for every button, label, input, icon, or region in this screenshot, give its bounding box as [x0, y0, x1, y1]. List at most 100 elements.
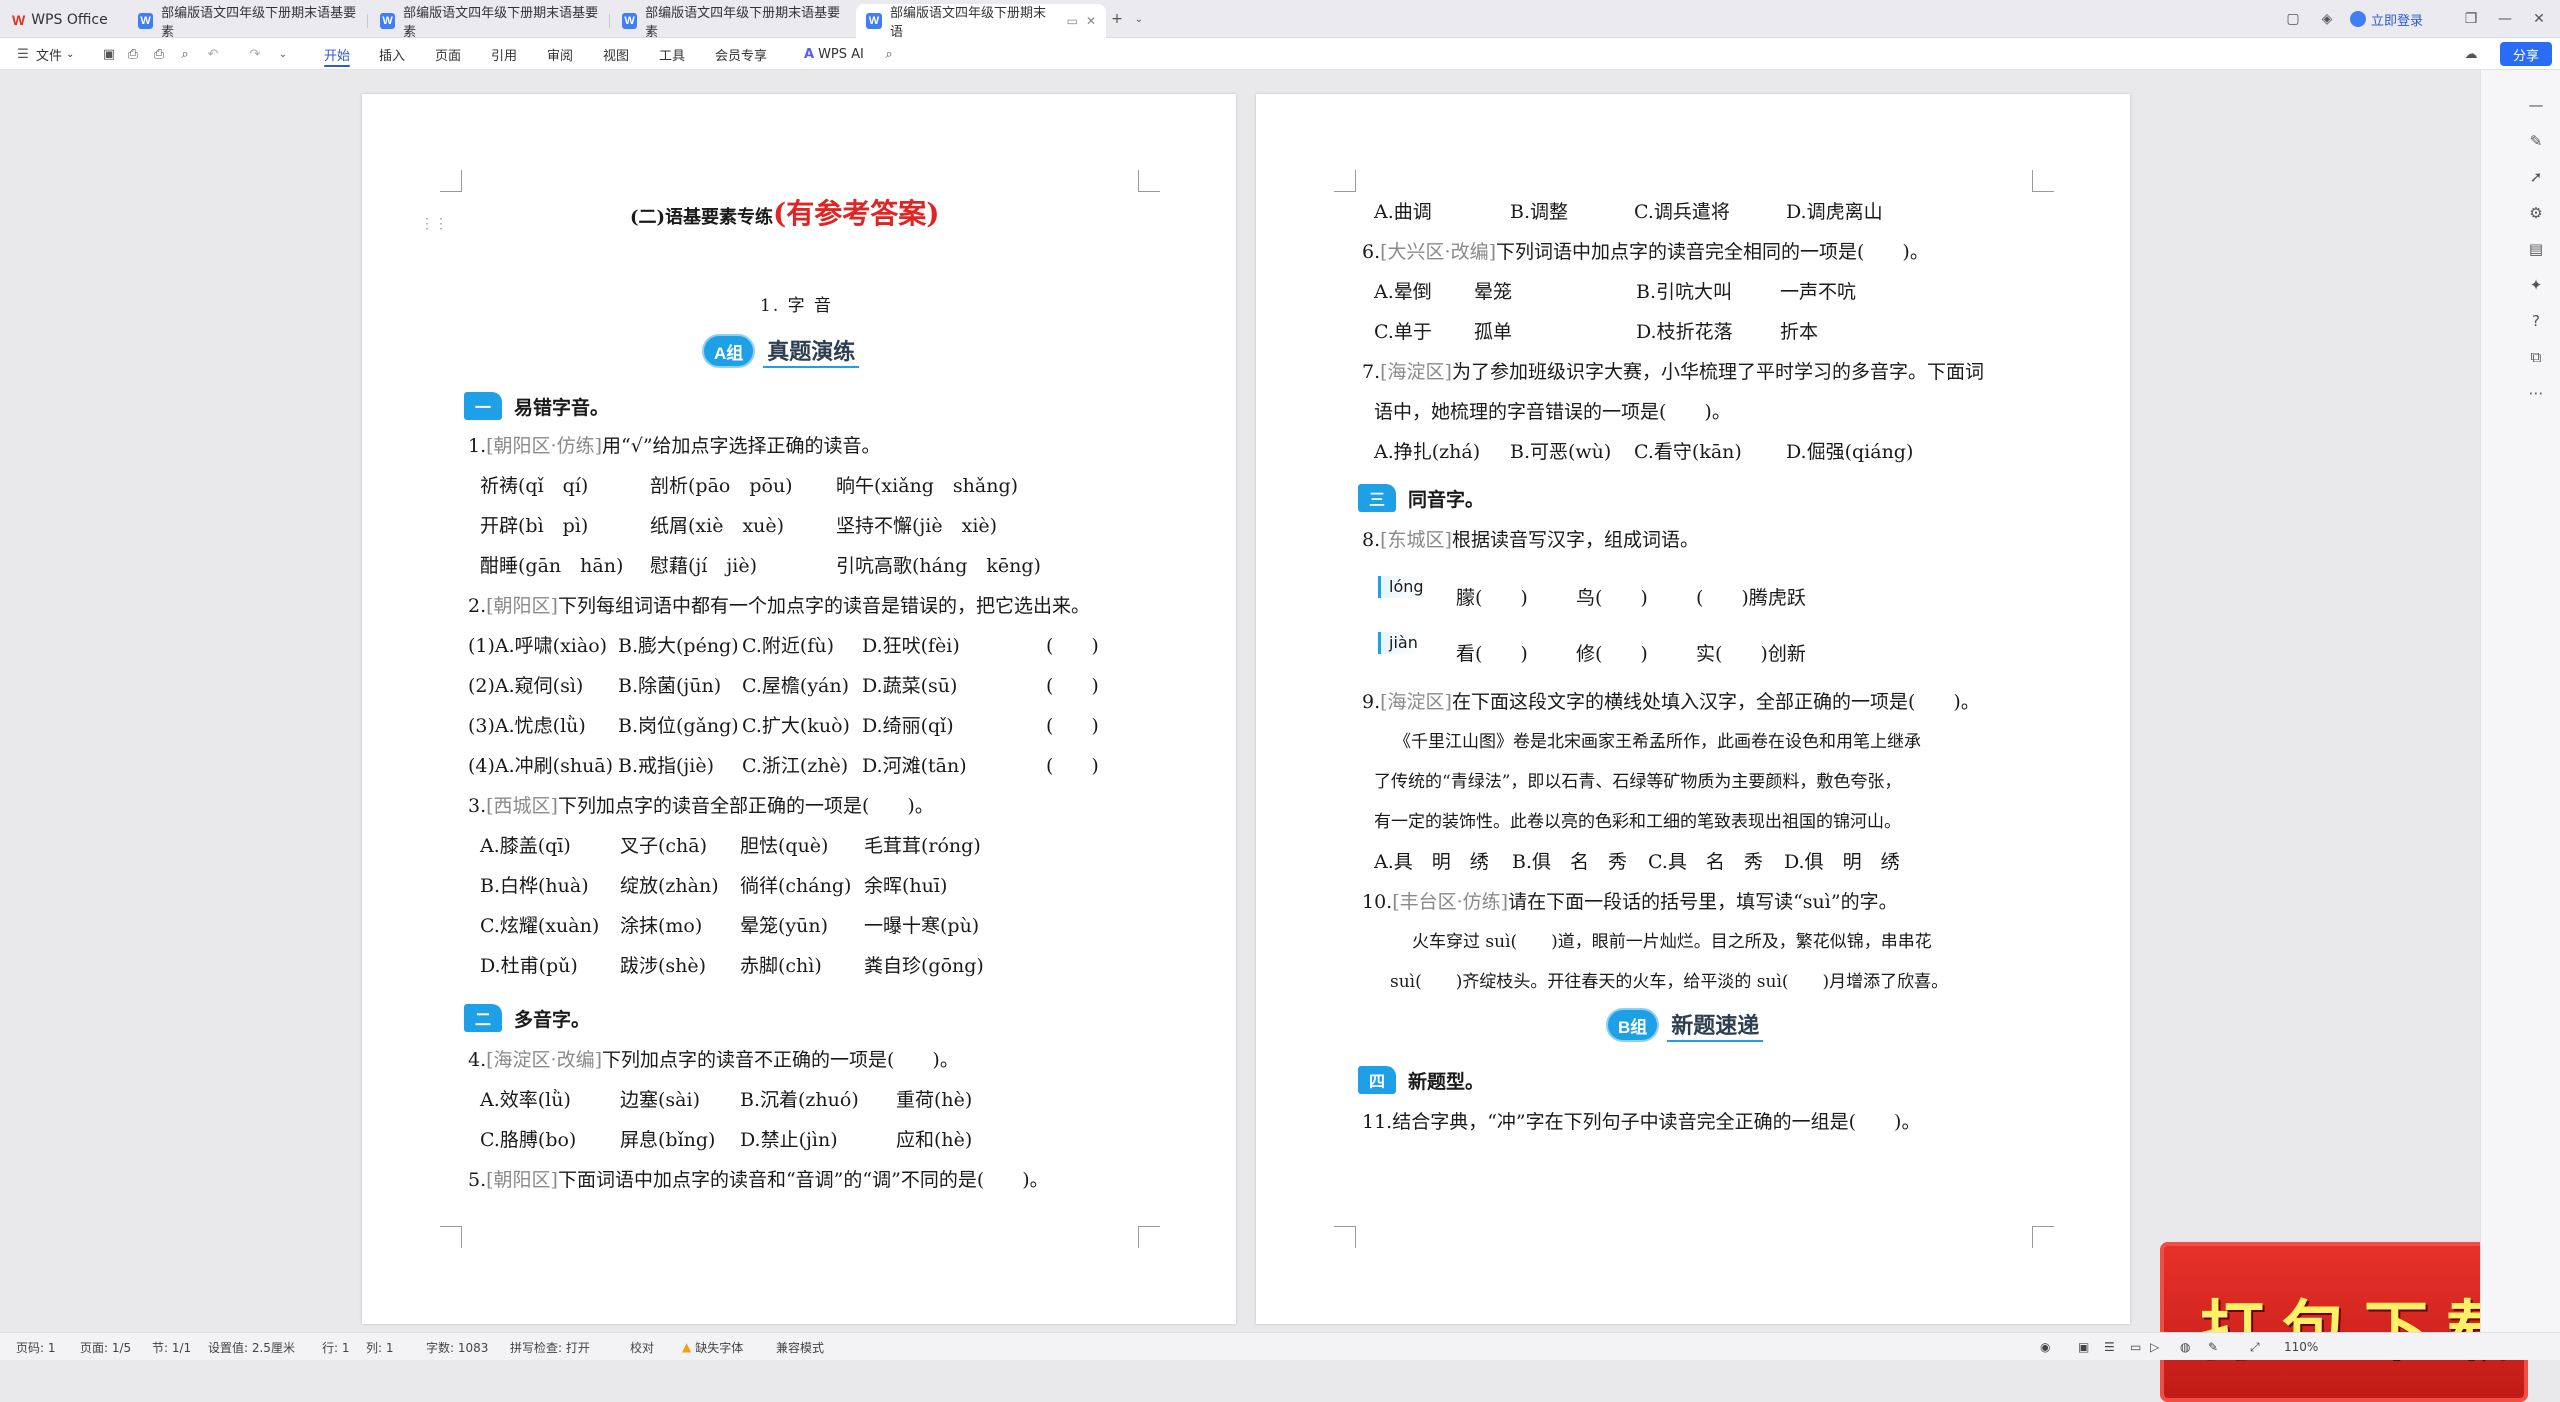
fit-page-icon[interactable]: ⤢ — [2250, 1333, 2260, 1361]
q9-paragraph: 有一定的装饰性。此卷以亮的色彩和工细的笔致表现出祖国的锦河山。 — [1374, 812, 1901, 832]
window-layout-icon[interactable]: ▢ — [2282, 8, 2304, 30]
wps-app-tab[interactable]: W WPS Office — [12, 9, 108, 31]
cloud-sync-icon[interactable]: ☁ — [2462, 45, 2480, 63]
tab-tools[interactable]: 工具 — [659, 38, 685, 70]
tab-view[interactable]: 视图 — [603, 38, 629, 70]
plugin-icon[interactable]: ⧉ — [2525, 346, 2547, 368]
print-preview-icon[interactable]: ⌕ — [176, 45, 194, 63]
minimize-icon[interactable]: — — [2494, 8, 2516, 30]
document-tab-3[interactable]: W 部编版语文四年级下册期末语基要素 — [612, 4, 852, 40]
status-missing-font[interactable]: ▲ 缺失字体 — [682, 1333, 743, 1361]
cube-icon[interactable]: ◈ — [2316, 8, 2338, 30]
more-icon[interactable]: ⋯ — [2525, 382, 2547, 404]
tab-home[interactable]: 开始 — [324, 38, 351, 70]
document-tab-2[interactable]: W 部编版语文四年级下册期末语基要素 — [370, 4, 610, 40]
crop-mark — [1138, 170, 1160, 192]
globe-icon[interactable]: ◍ — [2180, 1333, 2190, 1361]
question-1: 1.[朝阳区·仿练]用“√”给加点字选择正确的读音。 — [468, 434, 881, 458]
tab-insert[interactable]: 插入 — [379, 38, 405, 70]
edit-pen-icon[interactable]: ✎ — [2525, 130, 2547, 152]
pen-icon[interactable]: ✎ — [2208, 1333, 2218, 1361]
q-text: 下列词语中加点字的读音完全相同的一项是( )。 — [1496, 241, 1929, 263]
outline-view-icon[interactable]: ☰ — [2104, 1333, 2115, 1361]
redo-icon[interactable]: ↷ — [246, 45, 264, 63]
status-col[interactable]: 列: 1 — [366, 1333, 394, 1361]
eye-protect-icon[interactable]: ◉ — [2040, 1333, 2050, 1361]
select-cursor-icon[interactable]: ➚ — [2525, 166, 2547, 188]
missing-font-label: 缺失字体 — [695, 1340, 744, 1355]
section-4-heading: 四 新题型。 — [1358, 1066, 1484, 1094]
q-source: [大兴区·改编] — [1380, 241, 1497, 263]
login-button[interactable]: 立即登录 — [2350, 8, 2423, 30]
status-row[interactable]: 行: 1 — [322, 1333, 350, 1361]
document-page-1[interactable]: ⋮⋮ (二)语基要素专练(有参考答案) 1. 字 音 A组 真题演练 一 易错字… — [362, 94, 1236, 1324]
share-button[interactable]: 分享 — [2500, 42, 2552, 66]
collapse-icon[interactable]: — — [2525, 94, 2547, 116]
document-workspace: ⋮⋮ (二)语基要素专练(有参考答案) 1. 字 音 A组 真题演练 一 易错字… — [0, 70, 2528, 1402]
help-icon[interactable]: ? — [2525, 310, 2547, 332]
new-tab-icon[interactable]: + — [1106, 8, 1128, 30]
q-text: 请在下面一段话的括号里，填写读“suì”的字。 — [1508, 891, 1898, 913]
document-tab-active[interactable]: W 部编版语文四年级下册期末语 ▭ ✕ — [856, 4, 1106, 40]
more-chevron-icon[interactable]: ⌄ — [274, 45, 292, 63]
document-page-2[interactable]: A.曲调 B.调整 C.调兵遣将 D.调虎离山 6.[大兴区·改编]下列词语中加… — [1256, 94, 2130, 1324]
status-word-count[interactable]: 字数: 1083 — [426, 1333, 488, 1361]
document-tab-1[interactable]: W 部编版语文四年级下册期末语基要素 — [128, 4, 368, 40]
export-pdf-icon[interactable]: ⎙ — [124, 45, 142, 63]
status-setting[interactable]: 设置值: 2.5厘米 — [208, 1333, 295, 1361]
status-section[interactable]: 节: 1/1 — [152, 1333, 191, 1361]
drag-handle-icon[interactable]: ⋮⋮ — [420, 212, 448, 236]
tab-page[interactable]: 页面 — [435, 38, 461, 70]
q8-blank: 鸟( ) — [1576, 587, 1648, 609]
section-3-heading: 三 同音字。 — [1358, 484, 1484, 512]
user-avatar-icon — [2350, 11, 2366, 27]
wps-ai-button[interactable]: A WPS AI — [804, 38, 864, 70]
q4-opt: A.效率(lǜ) — [480, 1089, 571, 1111]
q7-opt: A.挣扎(zhá) — [1374, 441, 1481, 463]
zoom-level[interactable]: 110% — [2284, 1333, 2318, 1361]
q2-opt: B.戒指(jiè) — [618, 755, 715, 777]
undo-icon[interactable]: ↶ — [204, 45, 222, 63]
download-promo-banner[interactable]: 打包下载 — [2160, 1242, 2528, 1402]
q2-opt: B.岗位(gǎng) — [618, 715, 739, 737]
status-spellcheck[interactable]: 拼写检查: 打开 — [510, 1333, 590, 1361]
status-page-code[interactable]: 页码: 1 — [16, 1333, 56, 1361]
search-icon[interactable]: ⌕ — [880, 45, 898, 63]
question-5: 5.[朝阳区]下面词语中加点字的读音和“音调”的“调”不同的是( )。 — [468, 1168, 1049, 1192]
q7-opt: C.看守(kān) — [1634, 441, 1742, 463]
crop-mark — [1334, 1226, 1356, 1248]
hamburger-icon[interactable]: ☰ — [14, 45, 32, 63]
close-window-icon[interactable]: ✕ — [2528, 8, 2550, 30]
restore-window-icon[interactable]: ❐ — [2460, 8, 2482, 30]
save-icon[interactable]: ▣ — [100, 45, 118, 63]
q2-opt: (4)A.冲刷(shuā) — [468, 755, 614, 777]
tab-review[interactable]: 审阅 — [547, 38, 573, 70]
play-icon[interactable]: ▷ — [2150, 1333, 2159, 1361]
status-proof[interactable]: 校对 — [630, 1333, 654, 1361]
q3-opt: 胆怯(què) — [740, 835, 829, 857]
page-view-icon[interactable]: ▣ — [2078, 1333, 2089, 1361]
monitor-icon[interactable]: ▭ — [1067, 14, 1078, 28]
q2-opt: B.除菌(jūn) — [618, 675, 722, 697]
q-num: 8. — [1362, 529, 1381, 551]
q-num: 4. — [468, 1049, 487, 1071]
tab-member[interactable]: 会员专享 — [715, 38, 767, 70]
q5-opt: A.曲调 — [1374, 201, 1432, 223]
tab-references[interactable]: 引用 — [491, 38, 517, 70]
web-layout-icon[interactable]: ▭ — [2130, 1333, 2141, 1361]
q3-opt: 毛茸茸(róng) — [864, 835, 981, 857]
magic-tools-icon[interactable]: ✦ — [2525, 274, 2547, 296]
q-source: [海淀区] — [1380, 361, 1452, 383]
image-icon[interactable]: ▤ — [2525, 238, 2547, 260]
group-badge: A组 — [702, 334, 756, 368]
status-pages[interactable]: 页面: 1/5 — [80, 1333, 131, 1361]
q5-opt: D.调虎离山 — [1786, 201, 1883, 223]
q-text: 结合字典，“冲”字在下列句子中读音完全正确的一组是( )。 — [1392, 1111, 1921, 1133]
close-tab-icon[interactable]: ✕ — [1086, 14, 1096, 28]
adjust-sliders-icon[interactable]: ⚙ — [2525, 202, 2547, 224]
tab-list-chevron-icon[interactable]: ⌄ — [1128, 8, 1150, 30]
print-icon[interactable]: ⎙ — [150, 45, 168, 63]
file-menu[interactable]: 文件 ⌄ — [36, 38, 74, 70]
q1-item: 开辟(bì pì) — [480, 515, 589, 537]
login-label: 立即登录 — [2371, 13, 2424, 29]
